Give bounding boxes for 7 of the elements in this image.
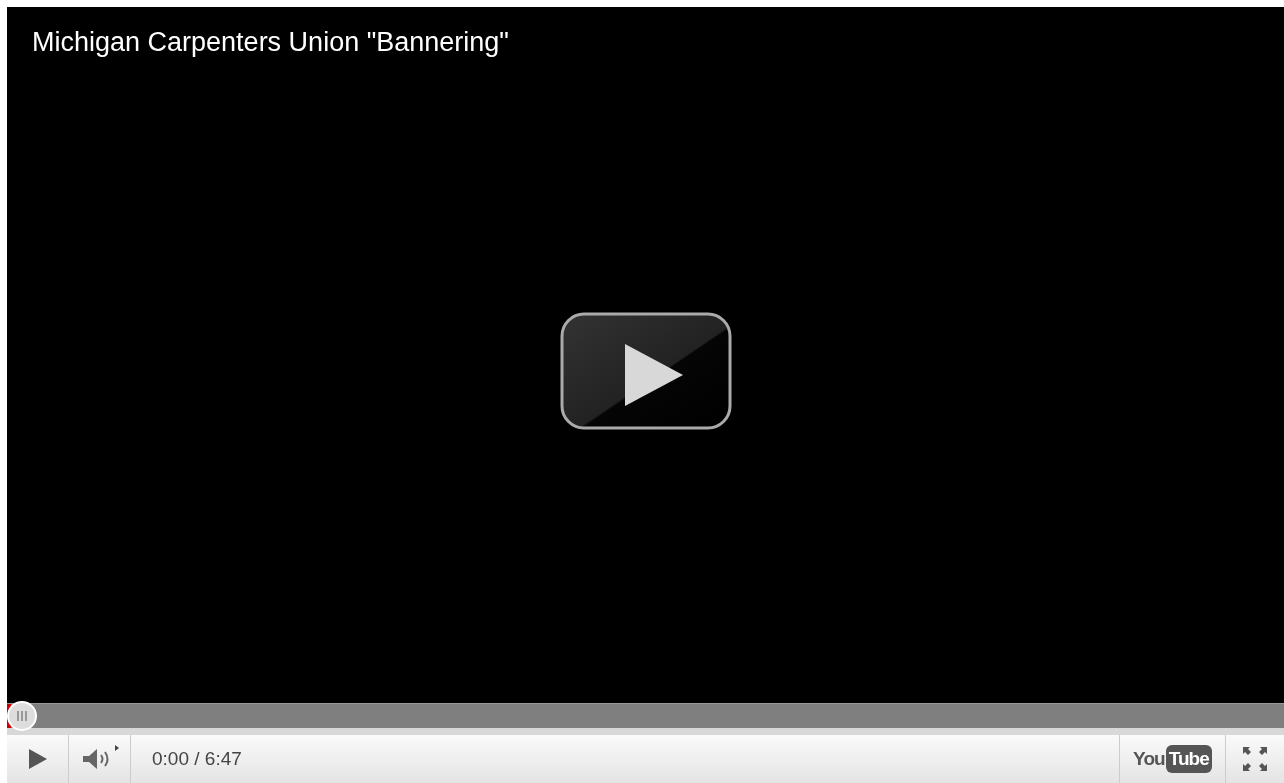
video-title: Michigan Carpenters Union "Bannering" [32,27,509,57]
youtube-logo[interactable]: You Tube [1119,735,1225,783]
time-display: 0:00 / 6:47 [152,746,242,771]
play-button-icon[interactable] [559,311,732,430]
play-icon [26,748,49,770]
video-area[interactable]: Michigan Carpenters Union "Bannering" [7,7,1284,703]
fullscreen-icon [1242,746,1268,772]
